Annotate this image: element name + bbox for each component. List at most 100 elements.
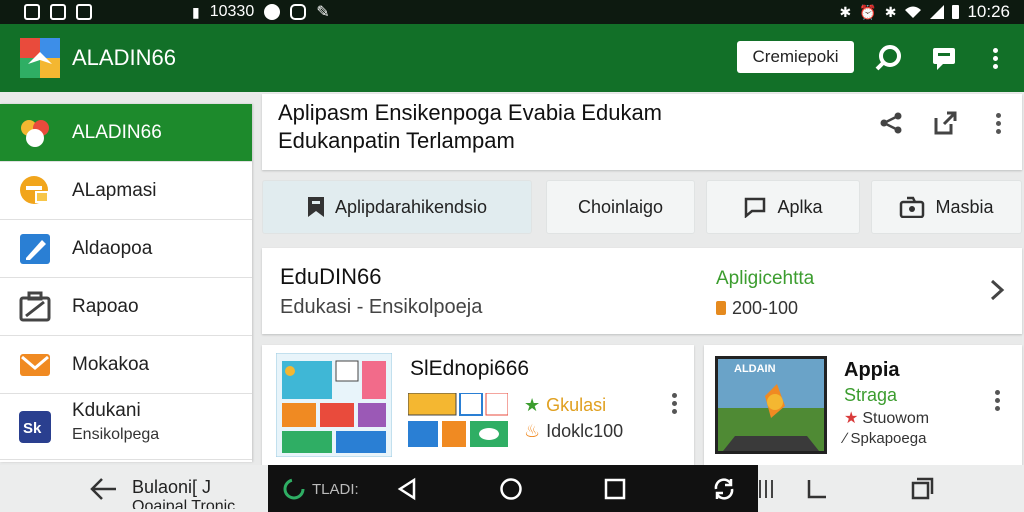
sidebar-item-label: Kdukani [72,400,141,421]
app-card-line1: ★ Gkulasi [524,395,606,416]
star-icon: ★ [524,395,541,415]
app-logo-icon [20,38,60,78]
sidebar-item-label: Rapoao [72,295,139,317]
message-icon[interactable] [928,42,960,74]
refresh-icon [283,478,305,500]
sidebar-item-sublabel: Ensikolpega [72,426,160,443]
edit-icon: ✎ [316,4,330,21]
app-bar: ALADIN66 Cremiepoki [0,24,1024,92]
star-icon: ★ [844,410,859,427]
menu-icon[interactable] [758,478,778,500]
sidebar-item-kdukani[interactable]: Sk Kdukani Ensikolpega [0,394,252,460]
chip-label: Choinlaigo [577,196,664,217]
status-right: ✱ ⏰ ✱ 10:26 [840,2,1010,22]
nav-mini-label: TLADI: [312,481,359,498]
tag-icon: ∕ [844,430,847,447]
more-vert-icon[interactable] [672,390,678,417]
status-left: ▮ 10330 ✎ [24,2,330,22]
rotate-icon[interactable] [711,476,737,502]
status-time-left: 10330 [209,3,255,20]
app-card-line1-text: Gkulasi [546,395,607,415]
edit-icon [20,233,50,264]
app-card-line1: Straga [844,385,898,405]
file-icon [76,4,92,20]
nav-back-label-line2: Ooaipal Tronic [132,498,236,509]
signal-icon [930,5,945,19]
media-icon [900,196,925,218]
open-external-icon[interactable] [930,108,960,138]
share-icon[interactable] [876,108,906,138]
status-bar: ▮ 10330 ✎ ✱ ⏰ ✱ 10:26 [0,0,1024,24]
sidebar-item-label: Mokakoa [72,353,150,375]
featured-count: 200-100 [716,298,798,319]
featured-count-value: 200-100 [732,298,799,318]
chip-choinlaigo[interactable]: Choinlaigo [546,180,695,234]
sk-icon: Sk [19,410,51,443]
chip-masbia[interactable]: Masbia [871,180,1022,234]
sidebar-item-alapmasi[interactable]: ALapmasi [0,162,252,220]
app-thumb-text: ALDAIN [734,363,776,375]
chip-aplipdarahikendsio[interactable]: Aplipdarahikendsio [262,180,532,234]
chip-label: Masbia [935,196,994,217]
sidebar-item-label: ALapmasi [72,179,157,201]
page-title: Aplipasm Ensikenpoga Evabia Edukam Eduka… [278,99,662,155]
bookmark-icon [307,197,324,217]
app-card-line3-text: Spkapoega [850,430,927,447]
briefcase-icon [19,291,51,321]
home-icon[interactable] [499,477,523,501]
featured-subtitle: Edukasi - Ensikolpoeja [280,296,483,318]
page-title-line1: Aplipasm Ensikenpoga Evabia Edukam [278,100,663,125]
page-title-line2: Edukanpatin Terlampam [278,128,515,153]
app-action-button[interactable]: Cremiepoki [737,41,854,73]
sidebar-item-aladin66[interactable]: ALADIN66 [0,104,252,162]
app-card[interactable]: SlEdnopi666 ★ Gkulasi ♨ Idoklc100 [262,345,694,465]
back-arrow-icon[interactable] [90,477,118,501]
notification-icon: ▮ [192,3,200,20]
app-card-title: SlEdnopi666 [410,357,530,380]
sidebar-item-label: Aldaopoa [72,237,153,259]
sidebar-item-mokakoa[interactable]: Mokakoa [0,336,252,394]
fire-icon: ♨ [524,421,541,441]
crop-icon[interactable] [806,478,828,500]
status-time-right: 10:26 [967,2,1010,21]
featured-tag: Apligicehtta [716,268,815,289]
app-card-line2: ♨ Idoklc100 [524,421,623,442]
back-icon[interactable] [396,477,418,501]
chip-aplka[interactable]: Aplka [706,180,860,234]
app-card-line2: ★ Stuowom [844,408,929,428]
image-icon [24,4,40,20]
alarm-icon: ⏰ [859,3,877,20]
search-icon[interactable] [872,42,904,74]
sidebar-item-aldaopoa[interactable]: Aldaopoa [0,220,252,278]
square-icon[interactable] [910,477,934,501]
app-card[interactable]: ALDAIN Appia Straga ★ Stuowom ∕ Spkapoega [704,345,1022,465]
app-card-line2-text: Stuowom [862,410,930,427]
camera-icon [264,4,281,20]
bluetooth-icon: ✱ [839,3,852,20]
more-vert-icon[interactable] [995,387,1001,414]
app-preview [408,393,508,447]
recents-icon[interactable] [604,478,626,500]
chat-icon [290,4,307,20]
sidebar: ALADIN66 ALapmasi Aldaopoa Rapoao Mokako… [0,104,252,462]
app-thumbnail [276,353,392,457]
battery-icon [952,5,960,19]
sidebar-item-label: ALADIN66 [72,121,162,143]
comment-icon [745,197,766,218]
app-logo-icon [21,119,49,147]
bluetooth-icon: ✱ [884,3,897,20]
chip-label: Aplka [777,196,823,217]
sidebar-item-rapoao[interactable]: Rapoao [0,278,252,336]
featured-card[interactable]: EduDIN66 Edukasi - Ensikolpoeja Apligice… [262,248,1022,334]
chat-icon [20,175,49,204]
nav-back-label: Bulaoni[ J Ooaipal Tronic [132,477,235,509]
chip-label: Aplipdarahikendsio [334,196,488,217]
download-icon [716,301,726,315]
app-title: ALADIN66 [72,45,176,70]
more-vert-icon[interactable] [984,108,1014,138]
wifi-icon [905,6,922,18]
gallery-icon [50,4,66,20]
chevron-right-icon[interactable] [988,278,1006,302]
more-vert-icon[interactable] [980,42,1012,74]
app-card-title: Appia [844,359,900,381]
